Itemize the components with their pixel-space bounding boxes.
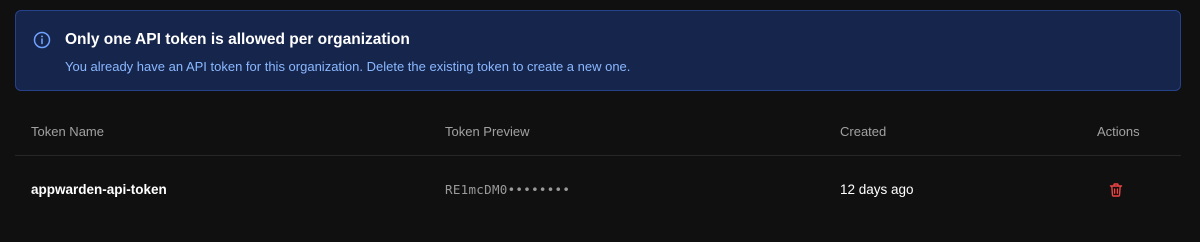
trash-icon <box>1108 182 1124 201</box>
info-icon <box>33 31 51 49</box>
table-divider <box>15 155 1181 156</box>
header-actions: Actions <box>1097 124 1140 139</box>
alert-title: Only one API token is allowed per organi… <box>65 31 410 48</box>
api-token-page: Only one API token is allowed per organi… <box>0 0 1200 242</box>
info-alert: Only one API token is allowed per organi… <box>15 10 1181 91</box>
alert-description: You already have an API token for this o… <box>65 59 631 74</box>
header-created: Created <box>840 124 887 139</box>
delete-token-button[interactable] <box>1105 180 1127 202</box>
token-created-cell: 12 days ago <box>840 182 914 197</box>
header-token-name: Token Name <box>31 124 104 139</box>
header-token-preview: Token Preview <box>445 124 530 139</box>
token-preview-cell: RE1mcDM0•••••••• <box>445 182 571 197</box>
token-name-cell: appwarden-api-token <box>31 182 167 197</box>
